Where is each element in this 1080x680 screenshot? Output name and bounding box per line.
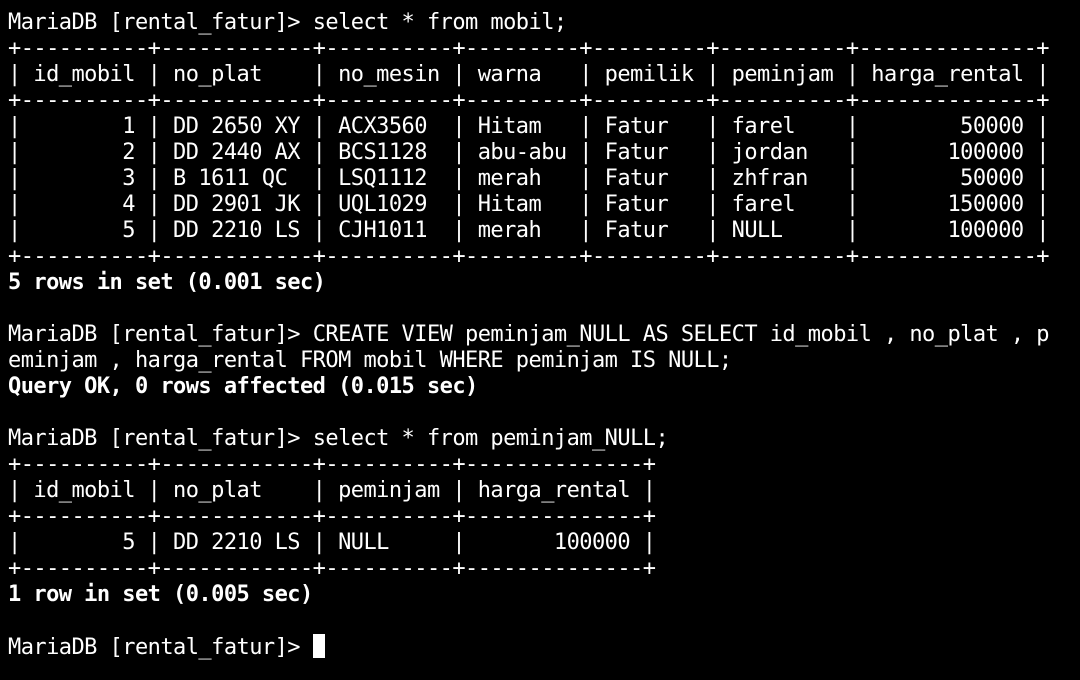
terminal-window[interactable]: MariaDB [rental_fatur]> select * from mo… [0,0,1080,680]
command-line: MariaDB [rental_fatur]> select * from mo… [8,10,1080,36]
active-command-line[interactable]: MariaDB [rental_fatur]> [8,634,1080,660]
command-continuation: eminjam , harga_rental FROM mobil WHERE … [8,348,732,373]
command-text: select * from mobil; [312,10,567,35]
table-row: | 1 | DD 2650 XY | ACX3560 | Hitam | Fat… [8,114,1050,139]
table-border: +----------+------------+----------+----… [8,36,1050,61]
result-summary: 1 row in set (0.005 sec) [8,582,313,607]
text-cursor [312,634,325,658]
table-header: | id_mobil | no_plat | no_mesin | warna … [8,62,1050,87]
table-row: | 5 | DD 2210 LS | CJH1011 | merah | Fat… [8,218,1050,243]
table-row: | 5 | DD 2210 LS | NULL | 100000 | [8,530,656,555]
prompt: MariaDB [rental_fatur]> [8,426,313,451]
table-border: +----------+------------+----------+----… [8,556,656,581]
table-row: | 4 | DD 2901 JK | UQL1029 | Hitam | Fat… [8,192,1050,217]
table-row: | 2 | DD 2440 AX | BCS1128 | abu-abu | F… [8,140,1050,165]
command-text: select * from peminjam_NULL; [312,426,669,451]
result-summary: Query OK, 0 rows affected (0.015 sec) [8,374,478,399]
command-line: MariaDB [rental_fatur]> select * from pe… [8,426,1080,452]
command-line: MariaDB [rental_fatur]> CREATE VIEW pemi… [8,322,1080,348]
prompt: MariaDB [rental_fatur]> [8,322,313,347]
table-row: | 3 | B 1611 QC | LSQ1112 | merah | Fatu… [8,166,1050,191]
prompt: MariaDB [rental_fatur]> [8,10,313,35]
table-header: | id_mobil | no_plat | peminjam | harga_… [8,478,656,503]
command-text: CREATE VIEW peminjam_NULL AS SELECT id_m… [312,322,1050,347]
table-border: +----------+------------+----------+----… [8,452,656,477]
table-border: +----------+------------+----------+----… [8,244,1050,269]
prompt: MariaDB [rental_fatur]> [8,635,313,660]
table-border: +----------+------------+----------+----… [8,504,656,529]
table-border: +----------+------------+----------+----… [8,88,1050,113]
result-summary: 5 rows in set (0.001 sec) [8,270,326,295]
